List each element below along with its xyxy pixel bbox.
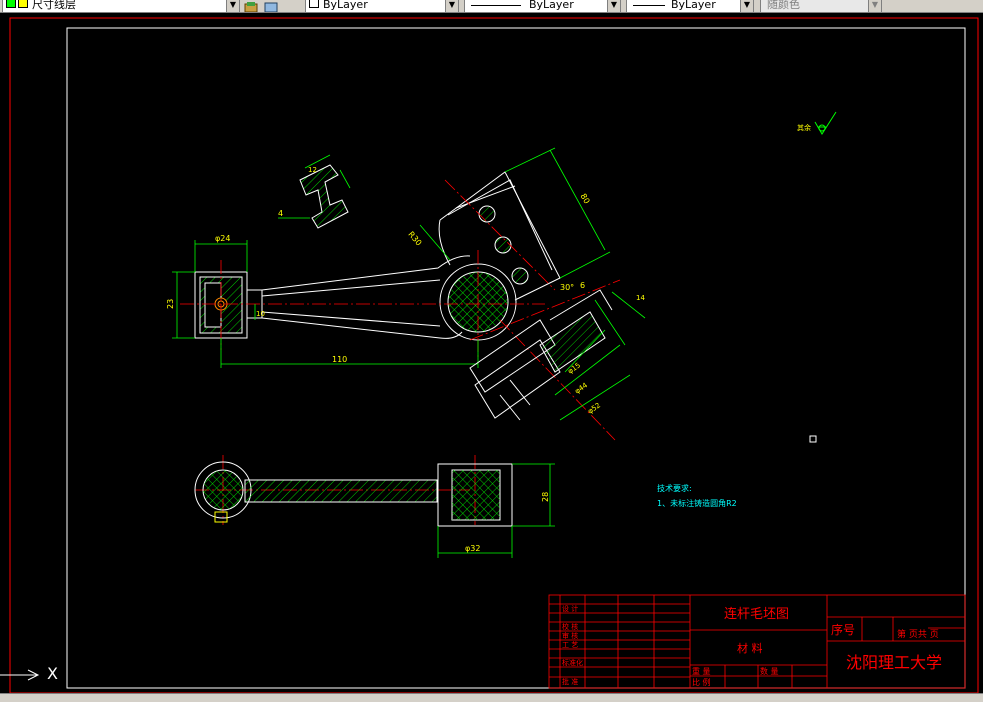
dim-52: φ52 [586,401,602,415]
ucs-x-label: X [47,664,58,683]
row-label-1: 校 核 [562,622,578,631]
drawing-frame [66,27,966,689]
row-label-2: 审 核 [562,631,578,640]
lineweight-sample [633,4,665,6]
dim-bolt-angle: R30 [406,230,423,248]
dim-14: 14 [636,294,645,302]
outer-border [9,17,979,694]
roughness-circle [818,124,826,132]
layer-states-icon[interactable] [244,0,258,12]
ratio-label: 比 例 [692,677,711,687]
lineweight-value: ByLayer [671,0,716,11]
dimensions-top [172,147,611,368]
bottom-view [194,461,513,527]
color-value: ByLayer [323,0,368,11]
dim-6: 6 [580,281,585,290]
row-label-0: 设 计 [562,604,578,613]
dim-44: φ44 [573,381,589,396]
selection-grip[interactable] [809,435,817,443]
dim-height-left: 23 [166,299,175,309]
dim-4: 4 [278,209,283,218]
big-end-view [438,171,561,341]
row-label-5: 批 准 [562,677,578,686]
school-name: 沈阳理工大学 [846,653,942,672]
scale-label: 重 量 [692,666,711,676]
color-swatch-icon [309,0,319,8]
chevron-down-icon[interactable]: ▼ [868,0,881,12]
chevron-down-icon[interactable]: ▼ [740,0,753,12]
ucs-icon [0,669,40,681]
dim-tilt: 30° [560,283,574,292]
part-name: 连杆毛坯图 [724,606,789,622]
dim-15: φ15 [566,361,582,375]
dim-bottom-width: φ32 [465,544,480,553]
dim-bottom-height: 28 [541,492,550,502]
plotstyle-dropdown[interactable]: 随颜色 ▼ [760,0,882,12]
dim-inner: 10 [256,310,265,318]
layer-color-icon-2 [18,0,28,8]
chevron-down-icon[interactable]: ▼ [226,0,239,12]
sheet-label: 第 页共 页 [897,628,939,640]
layer-name: 尺寸线层 [32,0,76,11]
chevron-down-icon[interactable]: ▼ [607,0,620,12]
layer-previous-icon[interactable] [264,0,278,12]
lineweight-dropdown[interactable]: ByLayer ▼ [626,0,754,12]
dim-width-top: φ24 [215,234,230,243]
linetype-sample [471,4,521,6]
roughness-symbol [814,111,837,135]
row-label-3: 工 艺 [562,641,578,649]
roughness-label: 其余 [797,123,811,132]
layer-dropdown[interactable]: 尺寸线层 ▼ [2,0,240,12]
connecting-rod-shank [247,255,471,339]
seq-label: 序号 [831,622,855,637]
dim-80: 80 [579,192,592,205]
linetype-value: ByLayer [529,0,574,11]
row-label-4: 标准化 [562,658,583,667]
tech-item1: 1、未标注铸造圆角R2 [657,498,737,508]
plotstyle-value: 随颜色 [767,0,800,11]
chevron-down-icon[interactable]: ▼ [445,0,458,12]
drawing-canvas[interactable]: 其余 φ24 23 10 110 R30 80 30° 4 12 6 14 φ1… [0,13,983,701]
properties-toolbar: 尺寸线层 ▼ ByLayer ▼ ByLayer ▼ ByLayer ▼ 随颜色… [0,0,983,13]
material-label: 材 料 [737,641,763,655]
color-dropdown[interactable]: ByLayer ▼ [305,0,459,12]
layer-color-icon [6,0,16,8]
dim-length: 110 [332,355,347,364]
tech-title: 技术要求: [657,483,692,493]
qty-label: 数 量 [760,666,779,676]
dim-12: 12 [308,166,317,174]
linetype-dropdown[interactable]: ByLayer ▼ [464,0,621,12]
